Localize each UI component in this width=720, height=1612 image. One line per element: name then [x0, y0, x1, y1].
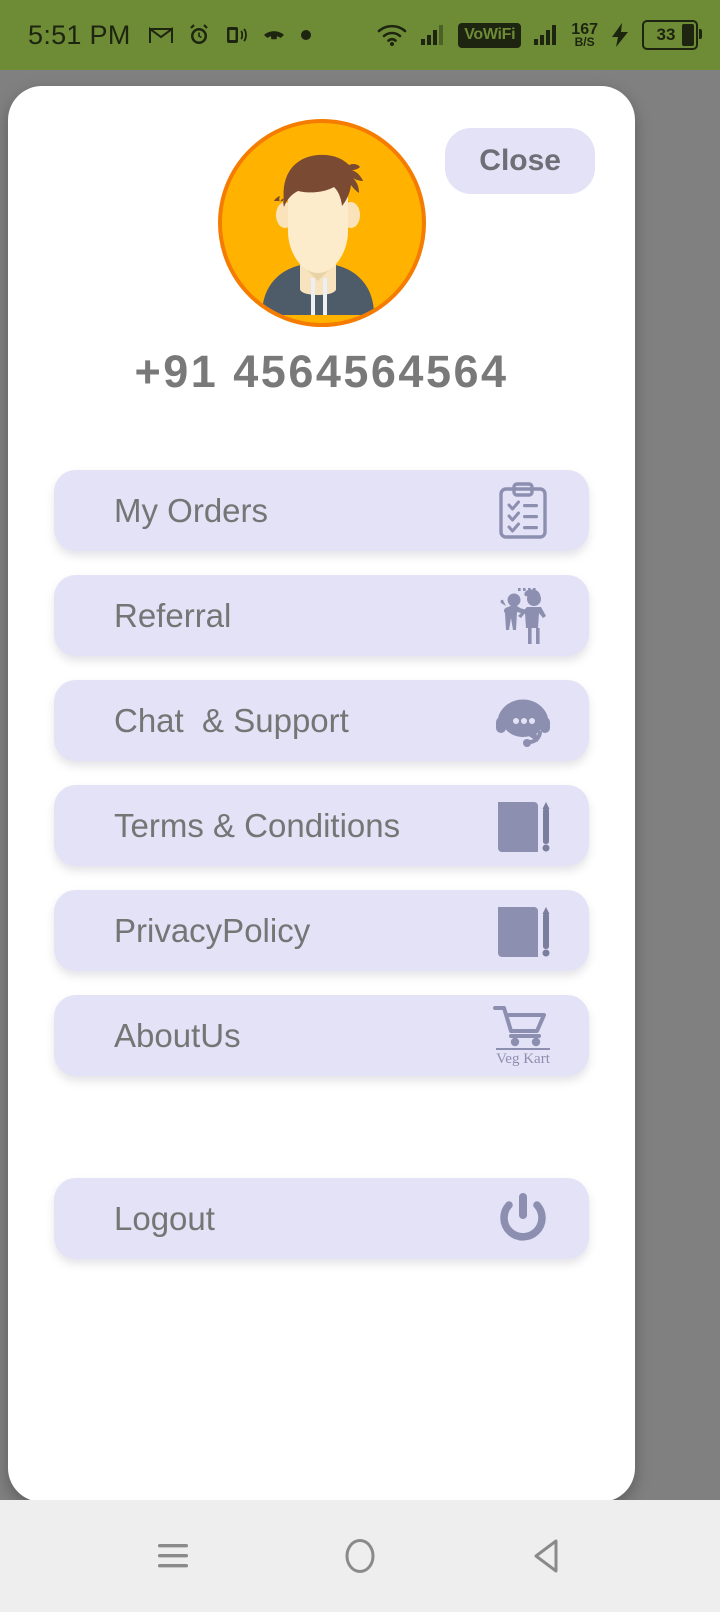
- data-rate-indicator: 167 B/S: [571, 21, 598, 49]
- alarm-icon: [187, 23, 211, 47]
- status-bar-clock: 5:51 PM: [28, 19, 131, 50]
- menu-item-label: My Orders: [114, 491, 269, 529]
- close-button[interactable]: Close: [445, 128, 595, 194]
- vibrate-icon: [224, 24, 248, 46]
- card-header: Close: [8, 86, 635, 336]
- battery-indicator: 33: [642, 20, 702, 50]
- home-icon[interactable]: [315, 1511, 405, 1601]
- menu-item-referral[interactable]: Referral: [54, 575, 589, 656]
- android-nav-bar: [0, 1500, 720, 1612]
- signal-bars-icon-2: [533, 24, 559, 46]
- missed-call-icon: [261, 25, 287, 45]
- cart-logo-wrap: Veg Kart: [493, 1005, 553, 1067]
- battery-percent: 33: [656, 25, 676, 44]
- menu-list: My Orders Referral Chat & Support Terms …: [8, 470, 635, 1259]
- status-bar-left: 5:51 PM: [28, 20, 312, 51]
- menu-item-label: Terms & Conditions: [114, 806, 401, 844]
- menu-item-privacy-policy[interactable]: PrivacyPolicy: [54, 890, 589, 971]
- menu-item-label: AboutUs: [114, 1016, 241, 1054]
- menu-spacer: [54, 1100, 589, 1178]
- clipboard-checklist-icon: [487, 478, 559, 544]
- headset-chat-icon: [487, 688, 559, 754]
- menu-item-label: Referral: [114, 596, 232, 634]
- menu-item-about-us[interactable]: AboutUs Veg Kart: [54, 995, 589, 1076]
- two-people-icon: [487, 583, 559, 649]
- menu-item-logout[interactable]: Logout: [54, 1178, 589, 1259]
- vowifi-badge: VoWiFi: [458, 22, 522, 48]
- wifi-icon: [376, 23, 408, 47]
- shopping-cart-icon: Veg Kart: [487, 1003, 559, 1069]
- data-rate-unit: B/S: [574, 34, 595, 49]
- menu-item-chat-support[interactable]: Chat & Support: [54, 680, 589, 761]
- document-pen-icon: [487, 898, 559, 964]
- menu-item-terms-conditions[interactable]: Terms & Conditions: [54, 785, 589, 866]
- dot-icon: [300, 29, 312, 41]
- recents-icon[interactable]: [128, 1511, 218, 1601]
- profile-drawer-card: Close +91 4564564564 My Orders Referral …: [8, 86, 635, 1502]
- menu-item-my-orders[interactable]: My Orders: [54, 470, 589, 551]
- charging-bolt-icon: [610, 22, 630, 48]
- battery-fill: [682, 24, 694, 46]
- cart-brand-label: Veg Kart: [496, 1047, 550, 1067]
- menu-item-label: Logout: [114, 1199, 215, 1237]
- back-icon[interactable]: [502, 1511, 592, 1601]
- power-icon: [487, 1186, 559, 1252]
- status-bar-right: VoWiFi 167 B/S 33: [376, 20, 702, 50]
- document-pen-icon: [487, 793, 559, 859]
- status-bar: 5:51 PM VoWiFi 167 B/S 33: [0, 0, 720, 70]
- avatar[interactable]: [218, 119, 426, 327]
- phone-number: +91 4564564564: [134, 346, 509, 397]
- gmail-icon: [148, 25, 174, 45]
- signal-bars-icon: [420, 24, 446, 46]
- menu-item-label: PrivacyPolicy: [114, 911, 311, 949]
- menu-item-label: Chat & Support: [114, 701, 349, 739]
